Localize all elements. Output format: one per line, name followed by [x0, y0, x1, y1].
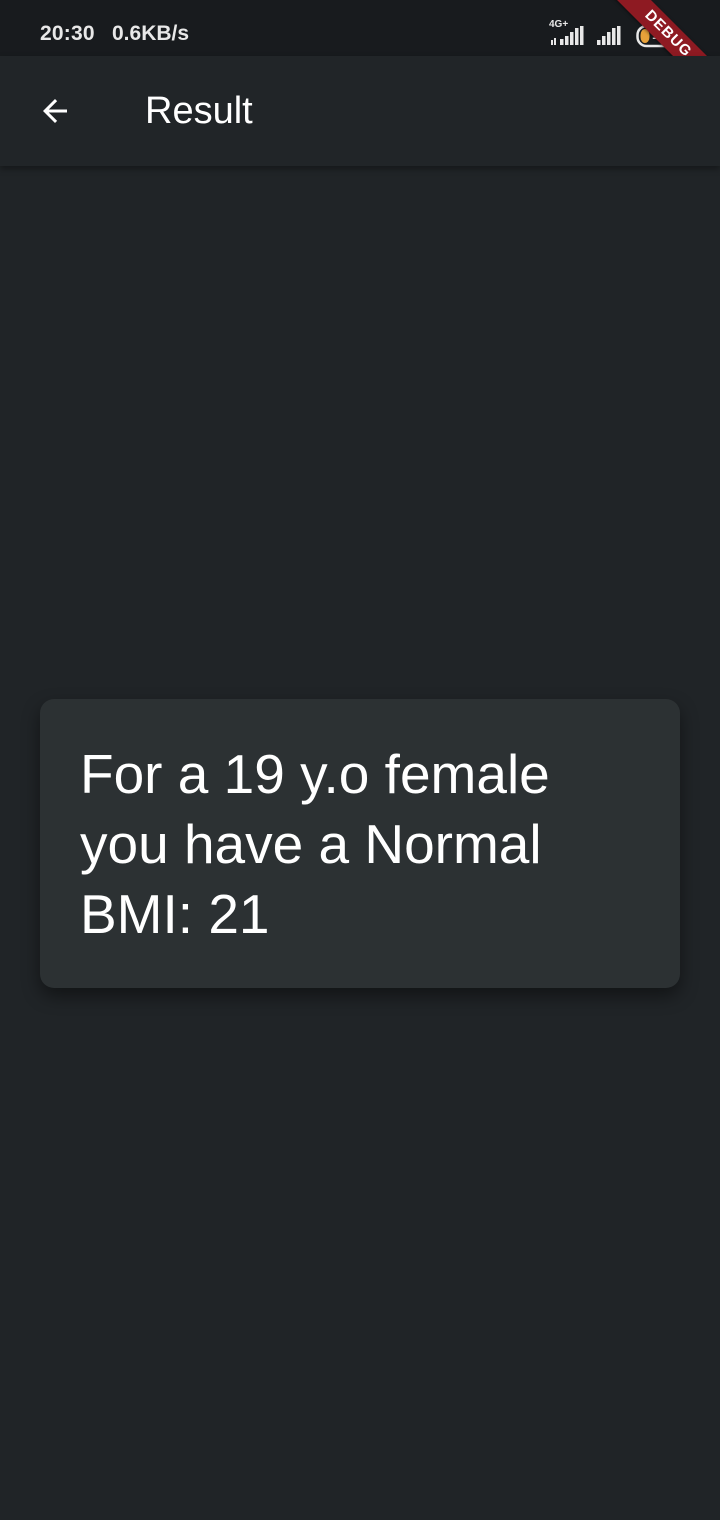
- status-time: 20:30: [40, 22, 95, 45]
- signal-strength-icon-sim2: [597, 26, 621, 45]
- status-bar: 20:30 0.6KB/s 4G+ 18: [0, 0, 720, 56]
- signal-strength-icon: [551, 26, 584, 45]
- back-button[interactable]: [22, 78, 88, 144]
- status-network-speed: 0.6KB/s: [112, 22, 190, 45]
- page-title: Result: [145, 90, 253, 132]
- result-card: For a 19 y.o female you have a Normal BM…: [40, 699, 680, 988]
- bmi-result-text: For a 19 y.o female you have a Normal BM…: [80, 743, 550, 945]
- arrow-back-icon: [43, 99, 67, 123]
- app-bar: Result: [0, 56, 720, 166]
- result-screen: 20:30 0.6KB/s 4G+ 18 DEBUG: [0, 0, 720, 1520]
